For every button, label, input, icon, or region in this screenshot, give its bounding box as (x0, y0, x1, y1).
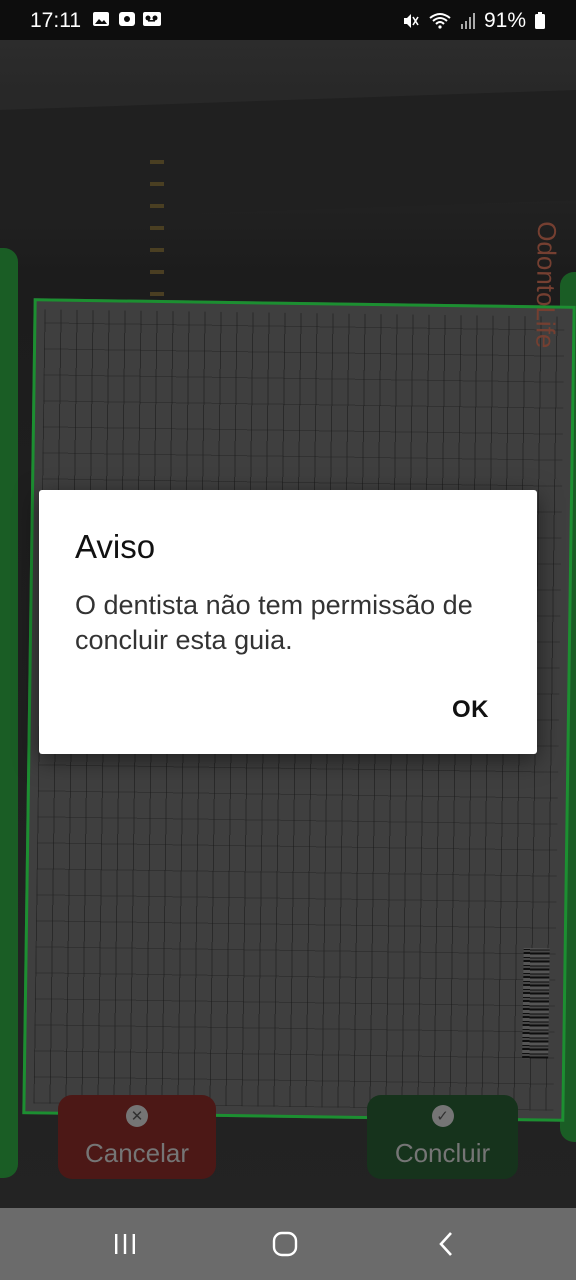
signal-icon (460, 13, 475, 29)
dialog-title: Aviso (75, 528, 156, 565)
status-bar: 17:11 91% (0, 0, 576, 40)
alert-dialog: Aviso O dentista não tem permissão de co… (39, 490, 537, 754)
dialog-message: O dentista não tem permissão de concluir… (75, 590, 473, 655)
battery-icon (535, 12, 545, 29)
mute-icon (403, 14, 419, 28)
battery-percent: 91% (483, 9, 526, 32)
back-icon[interactable] (432, 1230, 462, 1258)
status-right: 91% (402, 9, 546, 33)
ok-button[interactable]: OK (452, 696, 489, 724)
recent-apps-icon[interactable] (110, 1230, 140, 1258)
voicemail-icon (143, 12, 161, 26)
gallery-icon (93, 12, 109, 26)
home-icon[interactable] (270, 1230, 300, 1258)
wifi-icon (429, 13, 451, 29)
status-time: 17:11 (30, 9, 81, 32)
navigation-bar (0, 1208, 576, 1280)
notification-icon (119, 12, 135, 26)
